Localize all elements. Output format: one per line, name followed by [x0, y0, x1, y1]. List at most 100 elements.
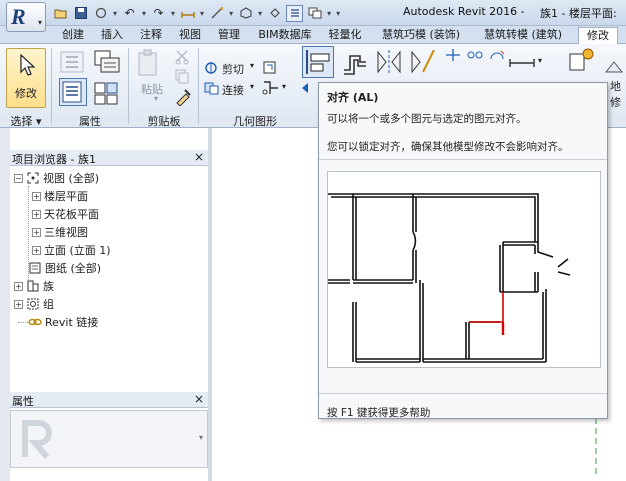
chevron-down-icon[interactable]: ▾ — [113, 9, 117, 18]
tree-item-ceiling-plans[interactable]: + 天花板平面 — [32, 206, 99, 222]
align-icon — [306, 50, 330, 74]
expand-icon[interactable]: + — [14, 299, 23, 309]
dimension-icon[interactable] — [208, 5, 225, 22]
split-face-icon[interactable] — [298, 80, 312, 96]
tree-item-groups[interactable]: + 组 — [14, 296, 54, 312]
copy-element-icon[interactable] — [466, 48, 484, 62]
tab-insert[interactable]: 插入 — [95, 27, 129, 44]
rotate-icon[interactable] — [488, 48, 506, 62]
tree-label: 视图 (全部) — [43, 172, 100, 185]
chevron-down-icon[interactable]: ▾ — [538, 56, 542, 65]
chevron-down-icon[interactable]: ▾ — [200, 9, 204, 18]
chevron-down-icon[interactable]: ▾ — [154, 94, 158, 103]
tree-label: 立面 (立面 1) — [44, 244, 111, 257]
close-icon[interactable]: × — [194, 392, 204, 406]
expand-icon[interactable]: + — [32, 191, 41, 201]
create-similar-icon[interactable] — [566, 46, 596, 76]
tab-view[interactable]: 视图 — [173, 27, 207, 44]
customize-qat-icon[interactable]: ▾ — [336, 9, 340, 18]
open-icon[interactable] — [52, 5, 69, 22]
tree-item-views[interactable]: − 视图 (全部) — [14, 170, 99, 186]
tab-huizhu-arch[interactable]: 慧筑转模 (建筑) — [475, 27, 571, 44]
cut-label[interactable]: 剪切 — [222, 61, 244, 77]
tag-icon[interactable] — [266, 5, 283, 22]
mirror-draw-axis-icon[interactable] — [408, 48, 438, 76]
tab-bim-database[interactable]: BIM数据库 — [252, 27, 318, 44]
paste-icon[interactable] — [136, 49, 162, 79]
undo-icon[interactable]: ↶ — [121, 5, 138, 22]
chevron-down-icon[interactable]: ▾ — [282, 82, 286, 91]
tab-huizhu-decor[interactable]: 慧筑巧模 (装饰) — [373, 27, 469, 44]
close-icon[interactable]: × — [194, 150, 204, 164]
tree-connector — [18, 322, 28, 323]
save-icon[interactable] — [72, 5, 89, 22]
cut-geometry-icon[interactable] — [204, 61, 220, 75]
cut-icon[interactable] — [174, 49, 190, 65]
chevron-down-icon[interactable]: ▾ — [171, 9, 175, 18]
tab-manage[interactable]: 管理 — [212, 27, 246, 44]
modify-label: 修改 — [15, 87, 37, 100]
copy-icon[interactable] — [174, 68, 190, 84]
chevron-down-icon[interactable]: ▾ — [250, 82, 254, 91]
join-label[interactable]: 连接 — [222, 82, 244, 98]
panel-select[interactable]: 选择 ▾ — [4, 113, 48, 128]
right-label-2: 修 — [610, 96, 621, 109]
offset-icon[interactable] — [340, 48, 370, 76]
family-types-icon[interactable] — [92, 49, 122, 75]
tooltip-note: 您可以锁定对齐，确保其他模型修改不会影响对齐。 — [327, 141, 569, 153]
family-category-icon[interactable] — [92, 80, 122, 106]
tooltip-divider — [319, 393, 607, 394]
right-label-1: 地 — [610, 80, 621, 93]
switch-windows-icon[interactable] — [306, 5, 323, 22]
wall-joins-icon[interactable] — [262, 80, 280, 96]
type-selector[interactable]: ▾ — [10, 410, 208, 468]
thin-lines-icon[interactable] — [286, 4, 304, 22]
tree-item-3d-views[interactable]: + 三维视图 — [32, 224, 88, 240]
tab-annotate[interactable]: 注释 — [134, 27, 168, 44]
paste-label[interactable]: 粘贴 — [141, 81, 163, 97]
tree-item-families[interactable]: + 族 — [14, 278, 54, 294]
uncut-icon[interactable] — [262, 60, 278, 76]
sheets-icon — [28, 262, 42, 274]
chevron-down-icon[interactable]: ▾ — [142, 9, 146, 18]
family-type-image-icon — [22, 420, 52, 459]
modify-button[interactable]: 修改 — [6, 48, 46, 108]
3d-view-icon[interactable] — [237, 5, 254, 22]
properties-button[interactable] — [59, 78, 87, 106]
tab-lightweight[interactable]: 轻量化 — [323, 27, 367, 44]
expand-icon[interactable]: + — [14, 281, 23, 291]
tree-item-elevations[interactable]: + 立面 (立面 1) — [32, 242, 111, 258]
chevron-down-icon[interactable]: ▾ — [229, 9, 233, 18]
tree-item-revit-links[interactable]: Revit 链接 — [28, 314, 98, 330]
sync-icon[interactable] — [92, 5, 109, 22]
mirror-pick-axis-icon[interactable] — [374, 48, 404, 76]
tab-modify[interactable]: 修改 — [578, 27, 618, 44]
chevron-down-icon[interactable]: ▾ — [258, 9, 262, 18]
tree-label: 天花板平面 — [44, 208, 99, 221]
chevron-down-icon[interactable]: ▾ — [250, 61, 254, 70]
floor-plan-icon[interactable] — [604, 58, 624, 78]
align-tooltip: 对齐 (AL) 可以将一个或多个图元与选定的图元对齐。 您可以锁定对齐，确保其他… — [318, 82, 608, 419]
tab-create[interactable]: 创建 — [56, 27, 90, 44]
collapse-icon[interactable]: − — [14, 173, 23, 183]
chevron-down-icon[interactable]: ▾ — [327, 9, 331, 18]
panel-properties: 属性 — [79, 115, 101, 128]
measure-tool-icon[interactable] — [508, 56, 536, 70]
join-geometry-icon[interactable] — [204, 81, 220, 95]
move-icon[interactable] — [444, 48, 462, 62]
type-properties-dim-icon[interactable] — [58, 49, 86, 75]
align-button[interactable] — [302, 46, 334, 78]
expand-icon[interactable]: + — [32, 227, 41, 237]
tree-item-floor-plans[interactable]: + 楼层平面 — [32, 188, 88, 204]
chevron-down-icon[interactable]: ▾ — [199, 433, 203, 442]
match-properties-icon[interactable] — [174, 88, 192, 106]
tooltip-preview-image — [327, 171, 601, 368]
expand-icon[interactable]: + — [32, 245, 41, 255]
tree-item-sheets[interactable]: 图纸 (全部) — [28, 260, 101, 276]
properties-header: 属性 × — [10, 392, 208, 408]
redo-icon[interactable]: ↷ — [150, 5, 167, 22]
panel-clipboard: 剪贴板 — [147, 115, 181, 128]
application-menu-button[interactable]: R ▾ — [6, 2, 46, 32]
measure-icon[interactable] — [179, 5, 196, 22]
expand-icon[interactable]: + — [32, 209, 41, 219]
